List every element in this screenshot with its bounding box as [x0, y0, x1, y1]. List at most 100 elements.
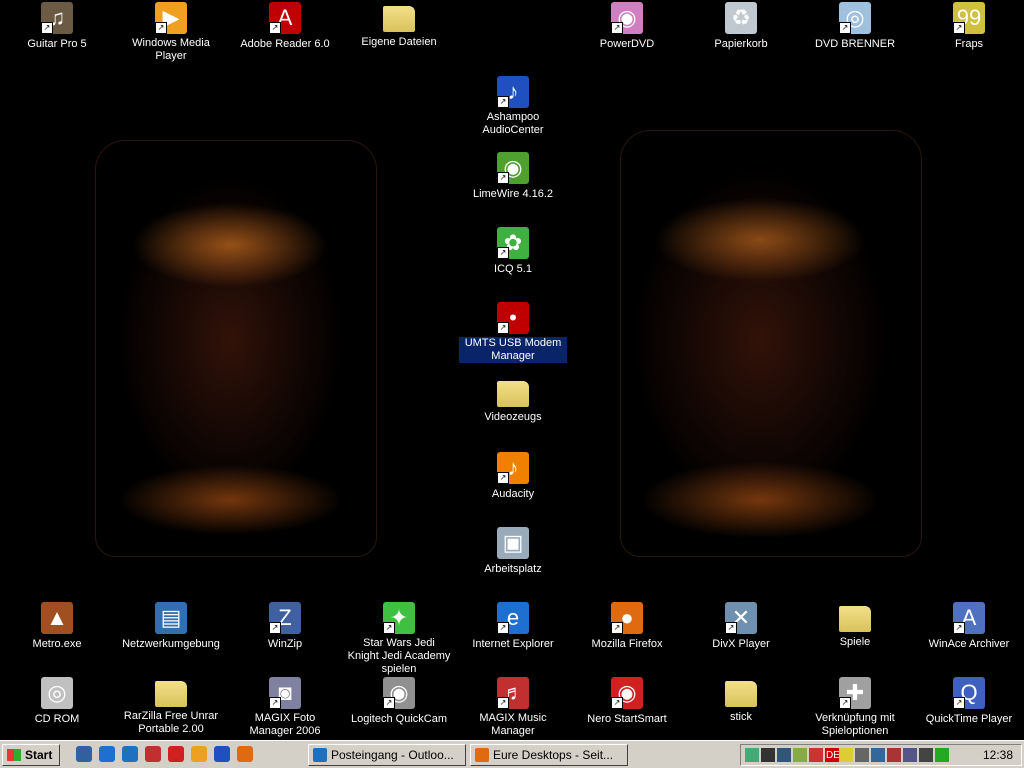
desktop-icon[interactable]: ✚ ↗ Verknüpfung mit Spieloptionen	[800, 677, 910, 739]
folder-icon	[497, 381, 529, 407]
desktop-icon[interactable]: ◉ ↗ PowerDVD	[572, 2, 682, 52]
shortcut-arrow-icon: ↗	[611, 22, 623, 34]
desktop[interactable]: ♫ ↗ Guitar Pro 5 ▶ ↗ Windows Media Player A ↗ Ad…	[0, 0, 1024, 740]
desktop-icon[interactable]: ▶ ↗ Windows Media Player	[116, 2, 226, 64]
desktop-icon[interactable]: ♪ ↗ Ashampoo AudioCenter	[458, 76, 568, 138]
desktop-icon-label: UMTS USB Modem Manager	[459, 337, 567, 363]
windows-logo-icon	[7, 749, 21, 761]
desktop-icon[interactable]: ♬ ↗ MAGIX Music Manager	[458, 677, 568, 739]
desktop-icon-label: MAGIX Music Manager	[479, 712, 547, 737]
desktop-icon[interactable]: Videozeugs	[458, 377, 568, 425]
network-icon: ▤	[155, 602, 187, 634]
desktop-icon-label: RarZilla Free Unrar Portable 2.00	[123, 710, 219, 735]
clover-icon[interactable]	[935, 748, 949, 762]
desktop-icon[interactable]: Spiele	[800, 602, 910, 650]
ashampoo-audiocenter-icon[interactable]	[214, 746, 230, 762]
desktop-icon[interactable]: ◉ ↗ Nero StartSmart	[572, 677, 682, 727]
task-button-label: Posteingang - Outloo...	[331, 748, 454, 762]
desktop-icon-label: DVD BRENNER	[814, 38, 896, 50]
desktop-icon[interactable]: Q ↗ QuickTime Player	[914, 677, 1024, 727]
desktop-icon[interactable]: ● ↗ Mozilla Firefox	[572, 602, 682, 652]
winace-icon: A ↗	[953, 602, 985, 634]
shortcut-arrow-icon: ↗	[383, 697, 395, 709]
desktop-icon[interactable]: ♻ Papierkorb	[686, 2, 796, 52]
desktop-icon-label: MAGIX Foto Manager 2006	[249, 712, 321, 737]
language-icon[interactable]	[809, 748, 823, 762]
shortcut-arrow-icon: ↗	[497, 697, 509, 709]
desktop-icon[interactable]: ▲ Metro.exe	[2, 602, 112, 652]
desktop-icon[interactable]: Z ↗ WinZip	[230, 602, 340, 652]
desktop-icon[interactable]: ✕ ↗ DivX Player	[686, 602, 796, 652]
windows-media-player-icon[interactable]	[191, 746, 207, 762]
desktop-icon-label: Internet Explorer	[472, 638, 554, 650]
shortcut-arrow-icon: ↗	[839, 697, 851, 709]
firefox-icon[interactable]	[237, 746, 253, 762]
network-icon[interactable]	[745, 748, 759, 762]
shortcut-arrow-icon: ↗	[611, 697, 623, 709]
windows-media-player-icon: ▶ ↗	[155, 2, 187, 34]
desktop-icon[interactable]: ✿ ↗ ICQ 5.1	[458, 227, 568, 277]
umts-modem-icon: • ↗	[497, 302, 529, 334]
shortcut-arrow-icon: ↗	[269, 622, 281, 634]
desktop-icon[interactable]: ▣ Arbeitsplatz	[458, 527, 568, 577]
shortcut-arrow-icon: ↗	[953, 697, 965, 709]
desktop-icon[interactable]: ◉ ↗ Logitech QuickCam	[344, 677, 454, 727]
firefox-icon	[475, 748, 489, 762]
wallpaper-tube-right	[620, 130, 922, 557]
desktop-icon[interactable]: 99 ↗ Fraps	[914, 2, 1024, 52]
desktop-icon-label: Mozilla Firefox	[591, 638, 663, 650]
internet-explorer-icon: e ↗	[497, 602, 529, 634]
nero-icon[interactable]	[168, 746, 184, 762]
desktop-icon[interactable]: ♪ ↗ Audacity	[458, 452, 568, 502]
clock[interactable]: 12:38	[983, 748, 1013, 762]
desktop-icon-label: Audacity	[491, 488, 535, 500]
webcam-icon: ◉ ↗	[383, 677, 415, 709]
desktop-icon[interactable]: e ↗ Internet Explorer	[458, 602, 568, 652]
desktop-icon-label: CD ROM	[34, 713, 80, 725]
desktop-icon[interactable]: • ↗ UMTS USB Modem Manager	[458, 302, 568, 364]
desktop-icon-label: WinZip	[267, 638, 303, 650]
desktop-icon[interactable]: RarZilla Free Unrar Portable 2.00	[116, 677, 226, 737]
desktop-icon[interactable]: stick	[686, 677, 796, 725]
desktop-icon[interactable]: ◎ ↗ DVD BRENNER	[800, 2, 910, 52]
ashampoo-audiocenter-icon: ♪ ↗	[497, 76, 529, 108]
magix-music-icon: ♬ ↗	[497, 677, 529, 709]
start-button[interactable]: Start	[2, 744, 60, 766]
show-desktop-icon[interactable]	[76, 746, 92, 762]
desktop-icon[interactable]: ✦ ↗ Star Wars Jedi Knight Jedi Academy spi…	[344, 602, 454, 677]
start-label: Start	[25, 748, 53, 762]
desktop-icon[interactable]: ◙ ↗ MAGIX Foto Manager 2006	[230, 677, 340, 739]
quicktime-icon: Q ↗	[953, 677, 985, 709]
desktop-icon-label: Spiele	[839, 636, 871, 648]
task-button[interactable]: Posteingang - Outloo...	[308, 744, 466, 766]
limewire-icon: ◉ ↗	[497, 152, 529, 184]
volume-icon[interactable]	[761, 748, 775, 762]
desktop-icon-label: LimeWire 4.16.2	[472, 188, 554, 200]
usb-icon[interactable]	[777, 748, 791, 762]
desktop-icon-label: Videozeugs	[484, 411, 542, 423]
zone-alarm-icon[interactable]	[887, 748, 901, 762]
desktop-icon-label: Netzwerkumgebung	[122, 638, 220, 650]
desktop-icon[interactable]: ◎ CD ROM	[2, 677, 112, 727]
shortcut-arrow-icon: ↗	[497, 622, 509, 634]
desktop-icon[interactable]: ◉ ↗ LimeWire 4.16.2	[458, 152, 568, 202]
card-icon[interactable]	[903, 748, 917, 762]
printer-icon[interactable]	[855, 748, 869, 762]
outlook-icon[interactable]	[122, 746, 138, 762]
desktop-icon[interactable]: A ↗ WinAce Archiver	[914, 602, 1024, 652]
desktop-icon-label: PowerDVD	[599, 38, 655, 50]
update-icon[interactable]	[871, 748, 885, 762]
folder-icon	[839, 606, 871, 632]
desktop-icon[interactable]: Eigene Dateien	[344, 2, 454, 50]
desktop-icon[interactable]: ♫ ↗ Guitar Pro 5	[2, 2, 112, 52]
display-icon[interactable]	[793, 748, 807, 762]
magix-foto-icon: ◙ ↗	[269, 677, 301, 709]
security-icon[interactable]	[839, 748, 853, 762]
desktop-icon[interactable]: ▤ Netzwerkumgebung	[116, 602, 226, 652]
desktop-icon[interactable]: A ↗ Adobe Reader 6.0	[230, 2, 340, 52]
task-button[interactable]: Eure Desktops - Seit...	[470, 744, 628, 766]
media-icon[interactable]	[145, 746, 161, 762]
adobe-reader-icon: A ↗	[269, 2, 301, 34]
internet-explorer-icon[interactable]	[99, 746, 115, 762]
monitor-icon[interactable]	[919, 748, 933, 762]
